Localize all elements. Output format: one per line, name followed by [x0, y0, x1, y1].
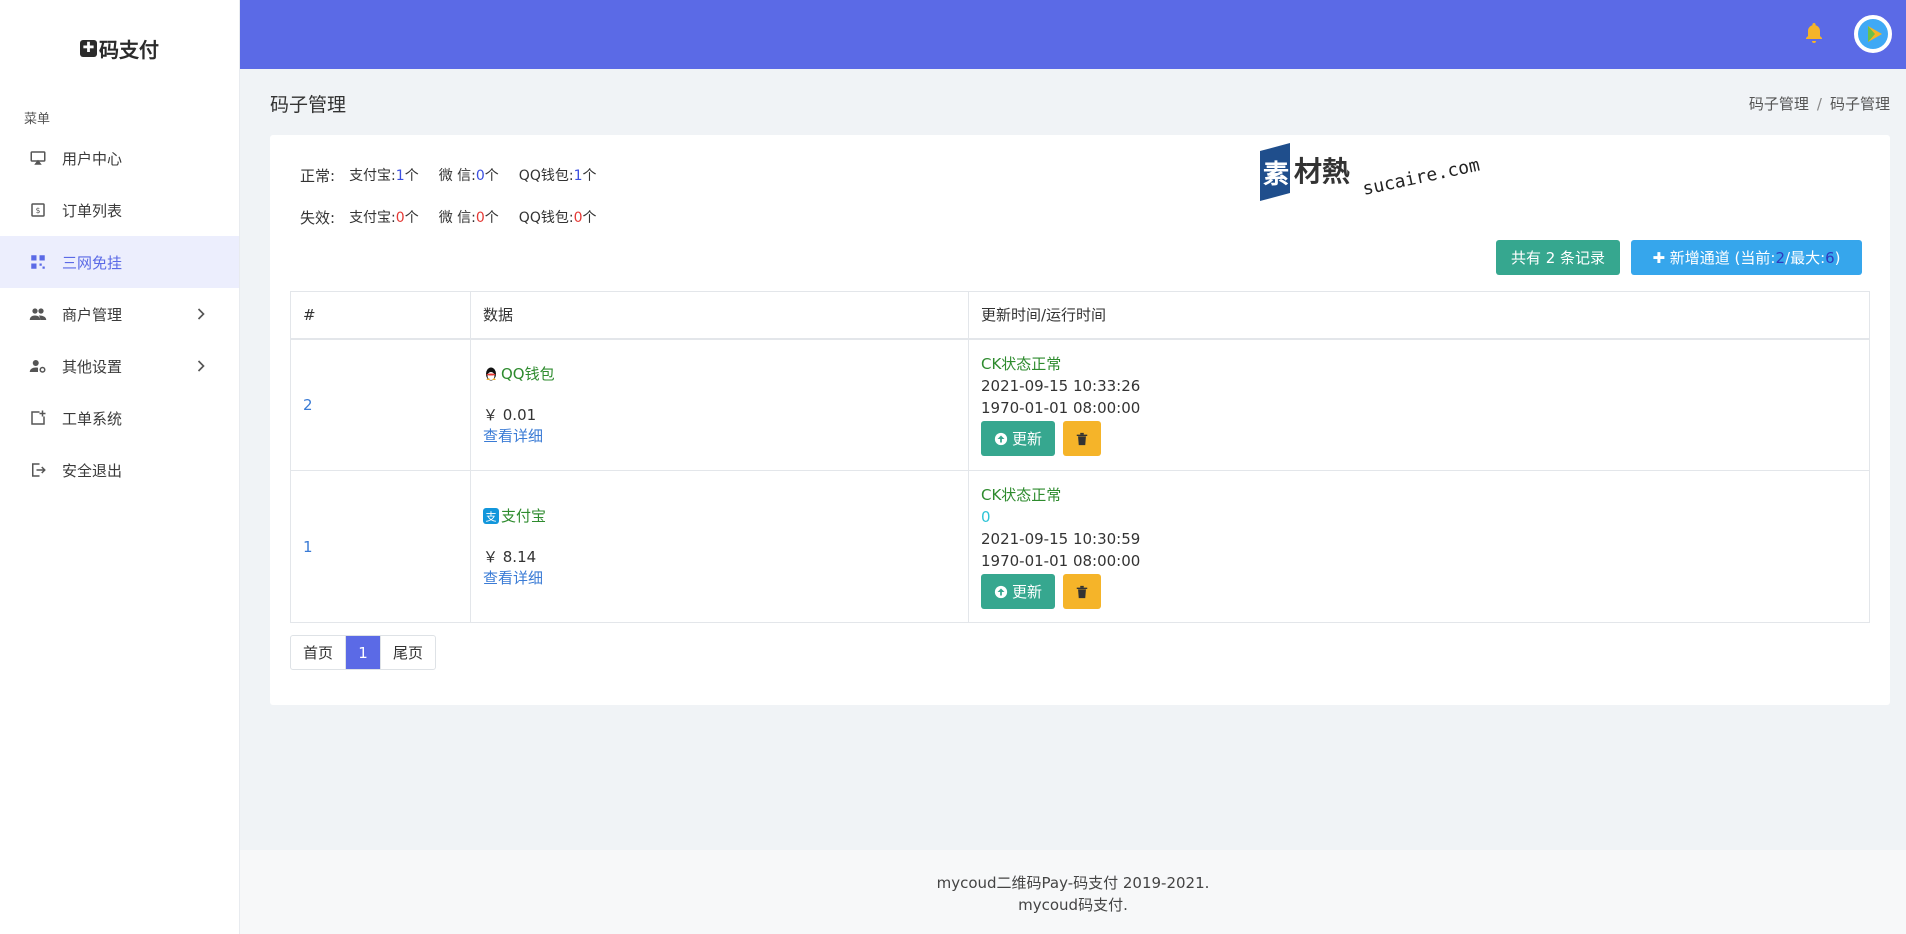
delete-button[interactable]	[1063, 421, 1101, 457]
channel-amount: ￥ 0.01	[483, 406, 537, 425]
topbar	[240, 0, 1906, 69]
arrow-up-circle-icon	[994, 585, 1008, 598]
bell-icon[interactable]	[1802, 20, 1826, 46]
channel-name: QQ钱包	[483, 363, 968, 384]
watermark-text-cn-2: 材熱	[1294, 155, 1350, 188]
sidebar-item-label: 三网免挂	[62, 253, 123, 272]
brand-name: 码支付	[99, 37, 159, 62]
updated-time: 2021-09-15 10:30:59	[981, 530, 1141, 548]
sidebar-item-three-network[interactable]: 三网免挂	[0, 236, 239, 288]
pagination: 首页 1 尾页	[290, 635, 437, 670]
sidebar-item-label: 其他设置	[62, 357, 123, 376]
sidebar-item-tickets[interactable]: 工单系统	[0, 392, 239, 444]
people-icon	[28, 304, 48, 324]
ck-status: CK状态正常	[981, 486, 1062, 504]
main-card: 正常: 支付宝:1个 微 信:0个 QQ钱包:1个 失效: 支付宝:0个 微 信…	[270, 135, 1890, 705]
chevron-right-icon	[197, 308, 205, 320]
sidebar-item-settings[interactable]: 其他设置	[0, 340, 239, 392]
watermark-logo: 素 材熱 sucaire.com	[1260, 143, 1482, 201]
arrow-up-circle-icon	[994, 432, 1008, 445]
sidebar-item-label: 订单列表	[62, 201, 123, 220]
breadcrumb-item-current: 码子管理	[1829, 95, 1890, 113]
trash-icon	[1076, 585, 1088, 598]
column-header-data: 数据	[470, 291, 969, 340]
brand-logo[interactable]: ✚ 码支付	[0, 0, 239, 96]
view-detail-link[interactable]: 查看详细	[483, 425, 968, 446]
trash-icon	[1076, 432, 1088, 445]
menu-header: 菜单	[24, 112, 51, 127]
table-row: 1 支 支付宝 ￥ 8.14 查看详细 CK状态正常 0 2021-09-15 …	[290, 470, 1870, 623]
column-header-id: #	[290, 291, 471, 340]
svg-text:$: $	[36, 206, 41, 215]
sidebar-item-label: 商户管理	[62, 305, 123, 324]
runtime: 1970-01-01 08:00:00	[981, 399, 1141, 418]
watermark-text-cn-1: 素	[1263, 160, 1289, 190]
runtime: 1970-01-01 08:00:00	[981, 552, 1141, 570]
pager-current[interactable]: 1	[346, 636, 382, 669]
sidebar-item-label: 工单系统	[62, 409, 123, 428]
sidebar-item-logout[interactable]: 安全退出	[0, 444, 239, 496]
chevron-right-icon	[197, 360, 205, 372]
page-title: 码子管理	[270, 94, 347, 116]
extra-value: 0	[981, 508, 991, 526]
ck-status: CK状态正常	[981, 355, 1062, 374]
sidebar-item-merchants[interactable]: 商户管理	[0, 288, 239, 340]
update-button[interactable]: 更新	[981, 574, 1055, 609]
pager-last[interactable]: 尾页	[381, 636, 435, 669]
breadcrumb-item[interactable]: 码子管理	[1749, 95, 1809, 113]
column-header-time: 更新时间/运行时间	[968, 291, 1870, 340]
table-row: 2 QQ钱包 ￥ 0.01 查看详细 CK状态正常 2021-09-15 10:…	[290, 338, 1870, 471]
avatar[interactable]	[1854, 15, 1892, 53]
sidebar-item-label: 用户中心	[62, 149, 123, 168]
add-box-icon	[28, 408, 48, 428]
total-records-button[interactable]: 共有 2 条记录	[1496, 240, 1620, 275]
delete-button[interactable]	[1063, 574, 1101, 609]
row-id[interactable]: 2	[303, 396, 313, 414]
status-invalid: 失效: 支付宝:0个 微 信:0个 QQ钱包:0个	[300, 209, 597, 227]
alipay-icon-glyph: 支	[486, 510, 497, 523]
channels-table: # 数据 更新时间/运行时间 2 QQ钱包 ￥ 0.01 查看详细 CK状态正常	[290, 291, 1870, 623]
money-icon: $	[28, 200, 48, 220]
row-id[interactable]: 1	[303, 538, 313, 556]
update-button[interactable]: 更新	[981, 421, 1055, 457]
alipay-icon: 支	[483, 507, 499, 524]
sidebar-item-orders[interactable]: $ 订单列表	[0, 184, 239, 236]
qq-penguin-icon	[486, 367, 496, 381]
sidebar-item-label: 安全退出	[62, 461, 123, 480]
view-detail-link[interactable]: 查看详细	[483, 567, 968, 588]
logout-icon	[28, 460, 48, 480]
updated-time: 2021-09-15 10:33:26	[981, 377, 1141, 396]
channel-name: 支 支付宝	[483, 505, 968, 526]
monitor-icon	[28, 148, 48, 168]
pager-first[interactable]: 首页	[291, 636, 347, 669]
table-header-row: # 数据 更新时间/运行时间	[290, 291, 1870, 340]
sidebar-item-user-center[interactable]: 用户中心	[0, 132, 239, 184]
sidebar: ✚ 码支付 菜单 用户中心 $ 订单列表 三网免挂 商户管理 其他设置 工单系统…	[0, 0, 240, 934]
qrcode-icon	[28, 252, 48, 272]
footer: mycoud二维码Pay-码支付 2019-2021. mycoud码支付.	[240, 850, 1906, 934]
footer-copyright: mycoud二维码Pay-码支付 2019-2021.	[936, 874, 1210, 892]
watermark-text-en: sucaire.com	[1361, 155, 1482, 200]
footer-brand: mycoud码支付.	[1018, 896, 1128, 914]
breadcrumb: 码子管理 / 码子管理	[1748, 95, 1890, 113]
add-channel-button[interactable]: ✚ 新增通道 (当前: 2/最大: 6)	[1631, 240, 1862, 275]
user-gear-icon	[28, 356, 48, 376]
status-normal: 正常: 支付宝:1个 微 信:0个 QQ钱包:1个	[300, 167, 597, 185]
channel-amount: ￥ 8.14	[483, 548, 537, 566]
plus-square-icon: ✚	[80, 39, 97, 57]
